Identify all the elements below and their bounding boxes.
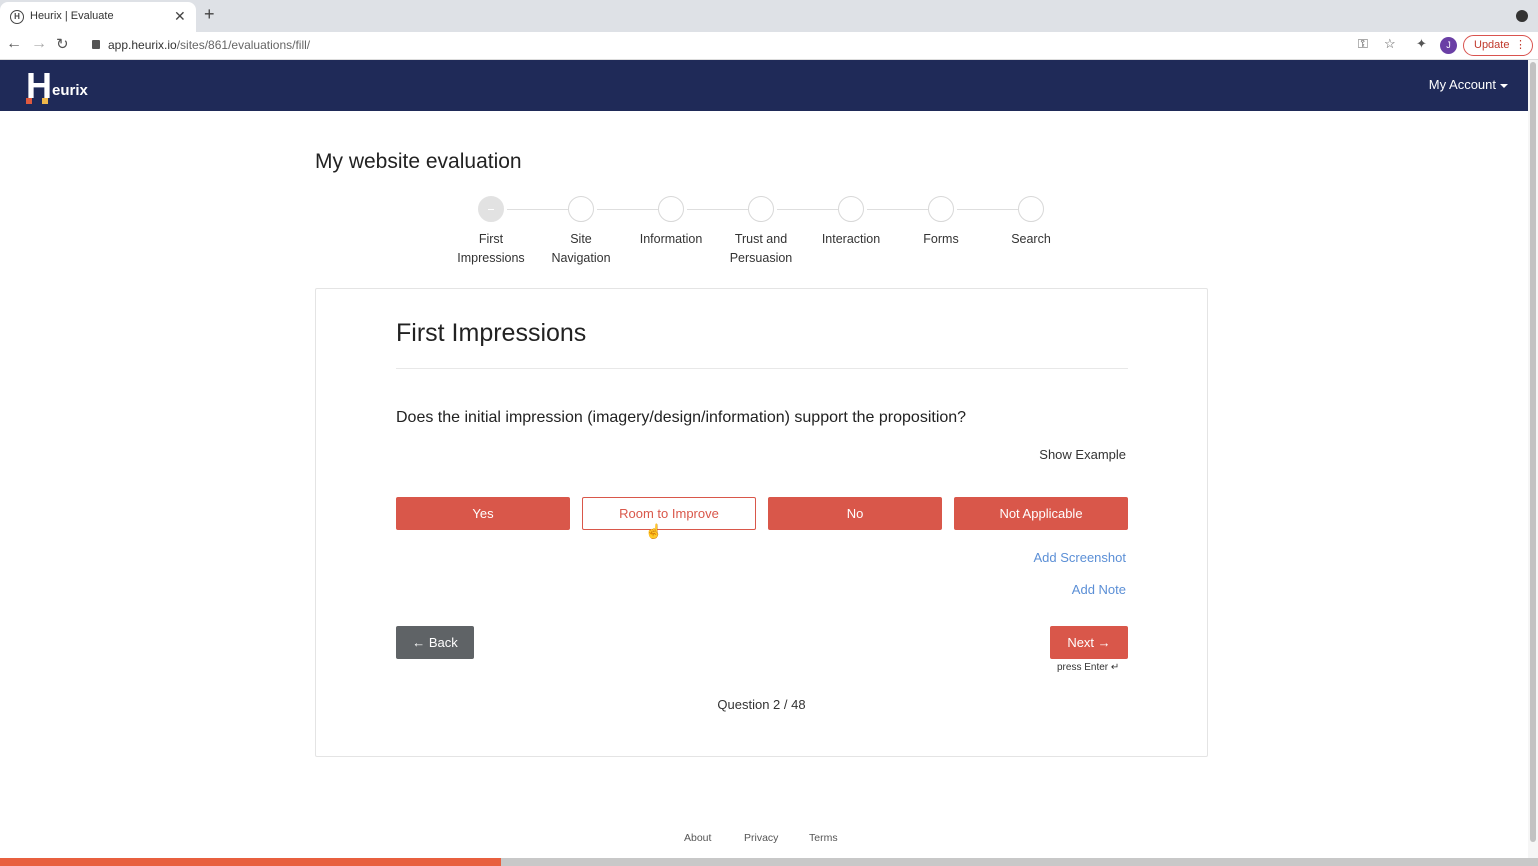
category-stepper: First Impressions Site Navigation Informat… (446, 194, 1076, 274)
url-host: app.heurix.io (108, 38, 177, 52)
logo-accent-red (26, 98, 32, 104)
step-information[interactable]: Information (626, 194, 716, 249)
reload-icon[interactable]: ↻ (56, 35, 69, 53)
logo-accent-yellow (42, 98, 48, 104)
back-button[interactable]: ← Back (396, 626, 474, 659)
update-label: Update (1474, 39, 1510, 51)
lock-icon (92, 40, 100, 49)
step-circle (1018, 196, 1044, 222)
step-circle (838, 196, 864, 222)
answer-group: Yes Room to Improve ☝ No Not Applicable (396, 497, 1128, 539)
progress-fill (0, 858, 502, 866)
arrow-left-icon: ← (412, 635, 426, 650)
back-label: Back (428, 635, 458, 650)
answer-no-button[interactable]: No (768, 497, 942, 530)
caret-down-icon (1500, 83, 1508, 88)
step-circle (478, 196, 504, 222)
tab-search-icon[interactable] (1516, 10, 1528, 22)
browser-addressbar: ← → ↻ app.heurix.io/sites/861/evaluation… (0, 32, 1538, 60)
add-note-link[interactable]: Add Note (1072, 582, 1126, 597)
answer-not-applicable-button[interactable]: Not Applicable (954, 497, 1128, 530)
footer-about-link[interactable]: About (684, 832, 711, 844)
tab-title: Heurix | Evaluate (30, 10, 114, 22)
forward-arrow-icon[interactable]: → (31, 35, 47, 53)
step-label: Trust and Persuasion (729, 232, 793, 265)
hand-cursor-icon: ☝ (645, 523, 663, 539)
heurix-logo[interactable]: H eurix (26, 66, 96, 106)
heurix-favicon-icon: H (10, 10, 24, 24)
back-arrow-icon[interactable]: ← (6, 35, 22, 53)
update-button[interactable]: Update ⋮ (1463, 35, 1533, 56)
step-search[interactable]: Search (986, 194, 1076, 249)
star-icon[interactable]: ☆ (1384, 36, 1396, 52)
arrow-right-icon: → (1097, 635, 1111, 650)
answer-room-to-improve-button[interactable]: Room to Improve ☝ (582, 497, 756, 539)
browser-tab[interactable]: H Heurix | Evaluate ✕ (0, 2, 196, 32)
new-tab-icon[interactable]: + (204, 4, 215, 25)
step-label: Information (639, 232, 703, 246)
next-label: Next (1067, 635, 1095, 650)
next-button[interactable]: Next → (1050, 626, 1128, 659)
step-site-navigation[interactable]: Site Navigation (536, 194, 626, 268)
room-to-improve-label: Room to Improve (619, 506, 719, 521)
step-forms[interactable]: Forms (896, 194, 986, 249)
step-circle (658, 196, 684, 222)
key-icon[interactable]: ⚿ (1358, 36, 1368, 52)
step-label: Forms (923, 232, 959, 246)
step-label: Site Navigation (551, 232, 611, 265)
footer-privacy-link[interactable]: Privacy (744, 832, 778, 844)
step-first-impressions[interactable]: First Impressions (446, 194, 536, 268)
url-path: /sites/861/evaluations/fill/ (176, 38, 311, 52)
page-title: My website evaluation (315, 150, 522, 173)
step-label: Search (1011, 232, 1051, 246)
question-card: First Impressions Does the initial impre… (315, 288, 1208, 757)
question-counter: Question 2 / 48 (717, 697, 806, 712)
extensions-icon[interactable]: ✦ (1416, 36, 1427, 52)
menu-dots-icon: ⋮ (1515, 39, 1526, 51)
browser-tabbar: H Heurix | Evaluate ✕ + (0, 0, 1538, 32)
step-label: First Impressions (457, 232, 525, 265)
page-scrollbar[interactable] (1528, 60, 1538, 858)
step-trust-and-persuasion[interactable]: Trust and Persuasion (716, 194, 806, 268)
step-label: Interaction (821, 232, 881, 246)
question-text: Does the initial impression (imagery/des… (396, 409, 967, 426)
close-tab-icon[interactable]: ✕ (174, 8, 186, 25)
logo-text: eurix (52, 82, 88, 99)
press-enter-hint: press Enter ↵ (1057, 662, 1120, 673)
answer-yes-button[interactable]: Yes (396, 497, 570, 530)
step-circle (568, 196, 594, 222)
account-label: My Account (1428, 77, 1496, 92)
add-screenshot-link[interactable]: Add Screenshot (1033, 550, 1126, 565)
footer-terms-link[interactable]: Terms (809, 832, 838, 844)
app-navbar: H eurix My Account (0, 60, 1528, 111)
evaluation-progress-bar (0, 858, 1538, 866)
url-field[interactable]: app.heurix.io/sites/861/evaluations/fill… (108, 38, 310, 52)
show-example-link[interactable]: Show Example (1039, 447, 1126, 462)
step-circle (928, 196, 954, 222)
divider (396, 368, 1128, 369)
step-interaction[interactable]: Interaction (806, 194, 896, 249)
step-circle (748, 196, 774, 222)
profile-avatar[interactable]: J (1440, 37, 1457, 54)
my-account-dropdown[interactable]: My Account (1429, 77, 1508, 92)
scrollbar-thumb[interactable] (1530, 62, 1536, 842)
section-title: First Impressions (396, 319, 587, 347)
